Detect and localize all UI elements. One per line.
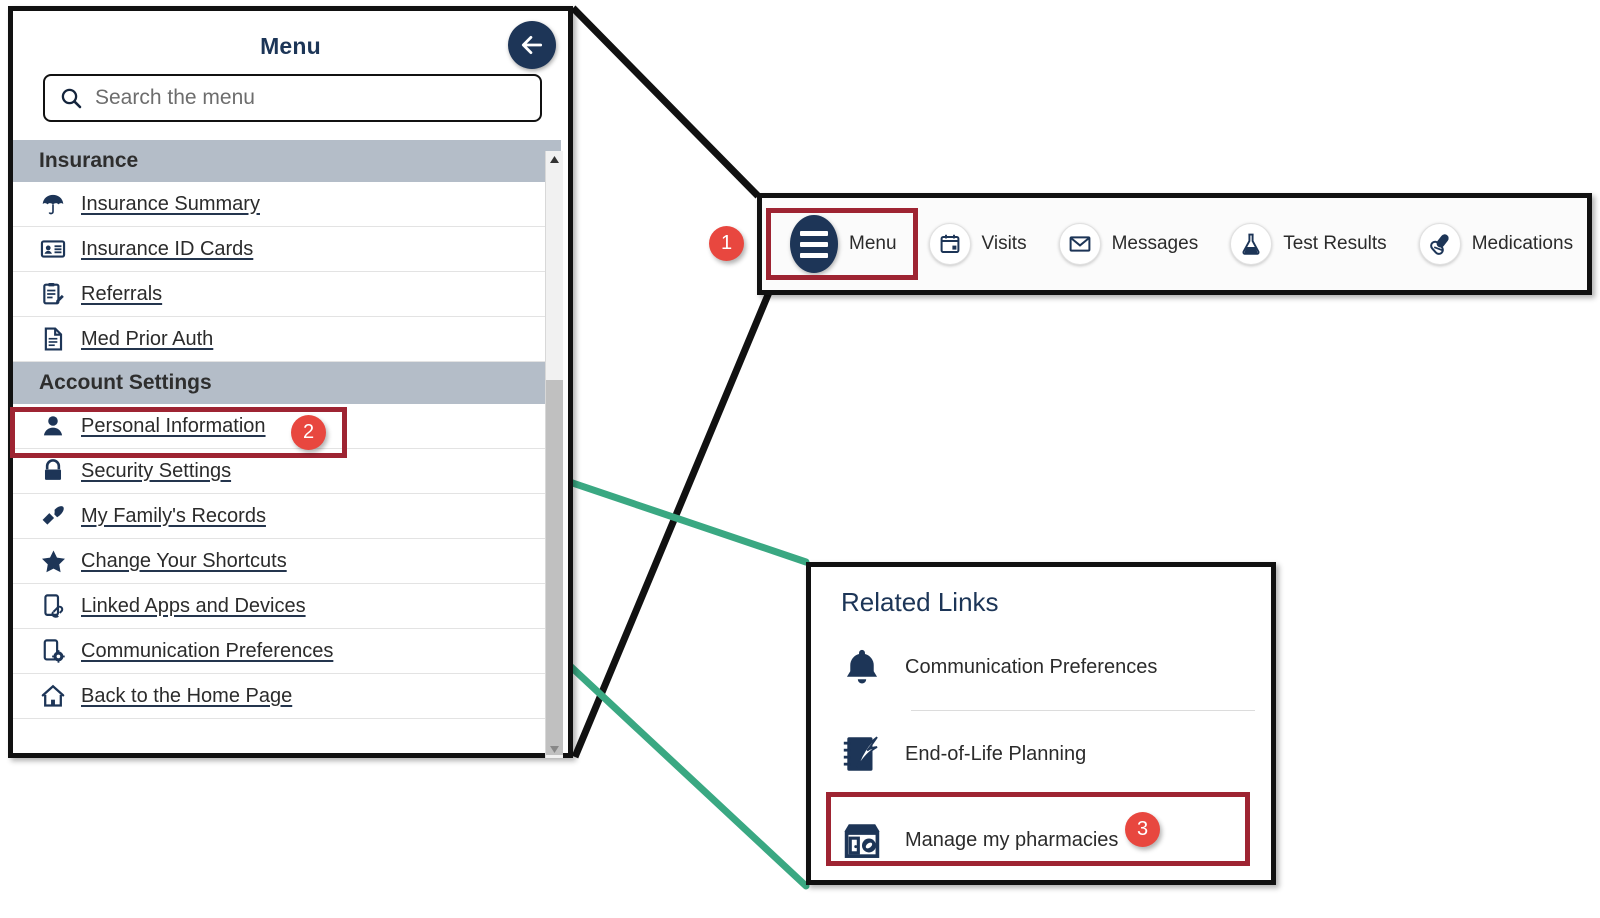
paintbrush-icon bbox=[39, 502, 67, 530]
page-title: Menu bbox=[260, 33, 321, 59]
person-icon bbox=[39, 412, 67, 440]
nav-visits-button[interactable]: Visits bbox=[913, 209, 1043, 279]
lock-icon bbox=[39, 457, 67, 485]
section-header-insurance: Insurance bbox=[13, 140, 561, 182]
related-links-title: Related Links bbox=[841, 587, 999, 617]
menu-panel: Menu Search the menu Insurance Insurance… bbox=[8, 6, 573, 758]
search-placeholder: Search the menu bbox=[95, 86, 255, 109]
flask-icon bbox=[1230, 223, 1273, 265]
nav-item-label: Medications bbox=[1471, 233, 1574, 254]
nav-item-label: Test Results bbox=[1283, 233, 1387, 254]
search-icon bbox=[61, 88, 82, 109]
related-links-callout: Related Links Communication Preferences bbox=[806, 562, 1276, 885]
menu-item-label: Change Your Shortcuts bbox=[81, 549, 287, 572]
id-card-icon bbox=[39, 235, 67, 263]
menu-item-security-settings[interactable]: Security Settings bbox=[13, 449, 561, 494]
umbrella-icon bbox=[39, 190, 67, 218]
menu-item-insurance-id-cards[interactable]: Insurance ID Cards bbox=[13, 227, 561, 272]
calendar-icon bbox=[928, 223, 971, 265]
step-badge-2: 2 bbox=[291, 415, 326, 450]
screenshot-root: Menu Search the menu Insurance Insurance… bbox=[0, 0, 1600, 918]
nav-bar-callout: Menu Visits Messages Test Results Medica… bbox=[757, 193, 1592, 295]
back-button[interactable] bbox=[508, 21, 556, 69]
menu-item-label: Med Prior Auth bbox=[81, 327, 214, 350]
menu-item-label: Communication Preferences bbox=[81, 639, 334, 662]
menu-item-communication-preferences[interactable]: Communication Preferences bbox=[13, 629, 561, 674]
menu-item-my-familys-records[interactable]: My Family's Records bbox=[13, 494, 561, 539]
menu-item-referrals[interactable]: Referrals bbox=[13, 272, 561, 317]
related-link-label: End-of-Life Planning bbox=[905, 742, 1087, 765]
nav-medications-button[interactable]: Medications bbox=[1403, 209, 1589, 279]
arrow-left-icon bbox=[521, 36, 543, 54]
notebook-quill-icon bbox=[839, 731, 885, 777]
menu-item-back-to-the-home-page[interactable]: Back to the Home Page bbox=[13, 674, 561, 719]
home-icon bbox=[39, 682, 67, 710]
nav-menu-button[interactable]: Menu bbox=[774, 209, 913, 279]
menu-item-personal-information[interactable]: Personal Information bbox=[13, 404, 561, 449]
search-input[interactable]: Search the menu bbox=[43, 74, 542, 122]
menu-item-label: Insurance ID Cards bbox=[81, 237, 254, 260]
document-icon bbox=[39, 325, 67, 353]
step-badge-1: 1 bbox=[709, 226, 744, 261]
related-link-label: Manage my pharmacies bbox=[905, 828, 1119, 851]
related-link-communication-preferences[interactable]: Communication Preferences bbox=[811, 624, 1271, 710]
menu-item-insurance-summary[interactable]: Insurance Summary bbox=[13, 182, 561, 227]
menu-item-label: Linked Apps and Devices bbox=[81, 594, 306, 617]
search-container: Search the menu bbox=[13, 60, 568, 122]
caret-up-icon bbox=[550, 156, 559, 163]
nav-messages-button[interactable]: Messages bbox=[1043, 209, 1215, 279]
star-icon bbox=[39, 547, 67, 575]
envelope-icon bbox=[1058, 223, 1101, 265]
caret-down-icon bbox=[550, 746, 559, 753]
menu-item-label: Insurance Summary bbox=[81, 192, 260, 215]
related-link-label: Communication Preferences bbox=[905, 655, 1158, 678]
nav-item-label: Messages bbox=[1111, 233, 1199, 254]
black-connector-bottom bbox=[571, 288, 774, 759]
menu-item-label: Security Settings bbox=[81, 459, 232, 482]
menu-item-label: My Family's Records bbox=[81, 504, 266, 527]
phone-gear-icon bbox=[39, 637, 67, 665]
pharmacy-storefront-icon bbox=[839, 817, 885, 863]
scrollbar-thumb[interactable] bbox=[546, 380, 563, 755]
pills-icon bbox=[1418, 223, 1461, 265]
nav-item-label: Menu bbox=[849, 233, 897, 254]
menu-item-med-prior-auth[interactable]: Med Prior Auth bbox=[13, 317, 561, 362]
menu-item-label: Personal Information bbox=[81, 414, 266, 437]
clipboard-pencil-icon bbox=[39, 280, 67, 308]
related-link-manage-my-pharmacies[interactable]: Manage my pharmacies bbox=[811, 797, 1271, 883]
section-header-account-settings: Account Settings bbox=[13, 362, 561, 404]
phone-link-icon bbox=[39, 592, 67, 620]
nav-bar: Menu Visits Messages Test Results Medica… bbox=[762, 198, 1587, 290]
nav-test-results-button[interactable]: Test Results bbox=[1214, 209, 1402, 279]
nav-item-label: Visits bbox=[981, 233, 1027, 254]
black-connector-top bbox=[570, 5, 761, 199]
related-link-end-of-life-planning[interactable]: End-of-Life Planning bbox=[811, 711, 1271, 797]
hamburger-icon bbox=[790, 215, 838, 273]
menu-item-label: Referrals bbox=[81, 282, 163, 305]
scrollbar-up-arrow[interactable] bbox=[546, 151, 563, 168]
bell-icon bbox=[839, 644, 885, 690]
menu-scrollbar[interactable] bbox=[545, 151, 563, 758]
scrollbar-down-arrow[interactable] bbox=[546, 741, 563, 758]
menu-item-change-your-shortcuts[interactable]: Change Your Shortcuts bbox=[13, 539, 561, 584]
step-badge-3: 3 bbox=[1125, 812, 1160, 847]
menu-item-linked-apps-and-devices[interactable]: Linked Apps and Devices bbox=[13, 584, 561, 629]
menu-item-label: Back to the Home Page bbox=[81, 684, 293, 707]
